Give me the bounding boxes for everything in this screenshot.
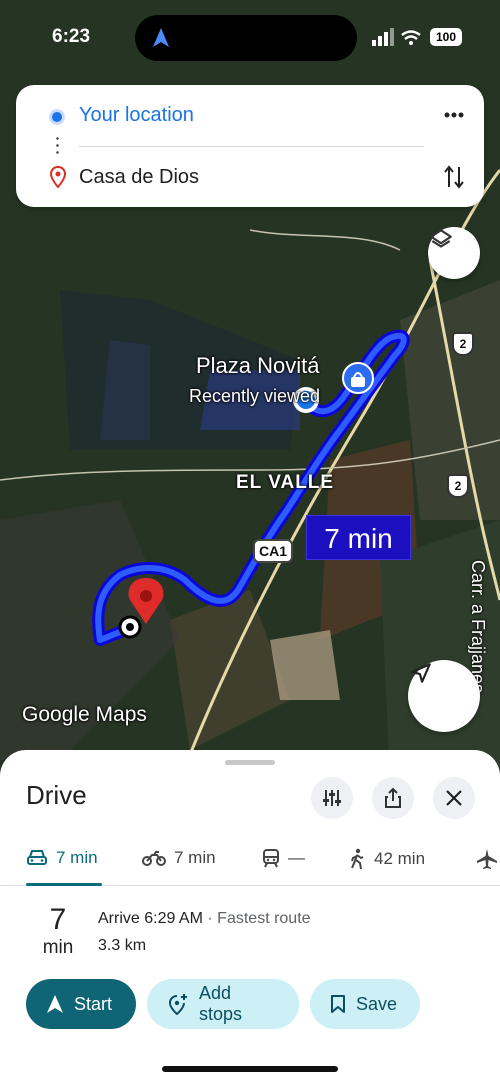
origin-dot-icon (49, 109, 65, 125)
route-duration-badge[interactable]: 7 min (306, 515, 411, 560)
more-options-icon[interactable] (440, 101, 468, 129)
add-location-icon (168, 994, 187, 1015)
highway-shield: 2 (452, 332, 474, 356)
duration-value: 7 (49, 903, 67, 936)
signal-wifi-icon (372, 28, 421, 46)
transit-icon (263, 849, 279, 868)
tab-transit-label: — (288, 848, 305, 867)
bookmark-icon (331, 995, 345, 1013)
add-stops-button[interactable]: Add stops (147, 979, 299, 1029)
route-badge-ca1: CA1 (253, 539, 294, 563)
tab-walk[interactable]: 42 min (348, 848, 425, 870)
walk-icon (351, 848, 364, 870)
origin-field[interactable]: Your location (79, 104, 194, 127)
arrival-time: Arrive 6:29 AM (98, 910, 203, 927)
active-tab-indicator (26, 883, 102, 886)
swap-icon[interactable] (442, 163, 466, 191)
sliders-icon (323, 790, 341, 806)
route-duration: 7 min (40, 903, 76, 959)
travel-mode-tabs: 7 min 7 min — 42 min (0, 838, 500, 886)
battery-indicator: 100 (430, 28, 462, 46)
poi-subtitle: Recently viewed (189, 386, 321, 406)
duration-unit: min (42, 937, 74, 958)
route-tag: Fastest route (217, 910, 311, 927)
tab-flight[interactable] (476, 848, 498, 870)
tab-drive[interactable]: 7 min (26, 848, 98, 868)
recenter-button[interactable] (408, 660, 480, 732)
layers-button[interactable] (428, 227, 480, 279)
tab-drive-label: 7 min (56, 848, 98, 867)
close-icon (446, 790, 462, 806)
navigation-icon (153, 28, 169, 47)
home-indicator[interactable] (162, 1066, 338, 1072)
start-label: Start (74, 993, 113, 1014)
flight-icon (477, 849, 497, 869)
dynamic-island[interactable] (135, 15, 357, 61)
car-icon (27, 850, 47, 865)
route-connector-dots (56, 135, 59, 157)
close-button[interactable] (433, 777, 475, 819)
destination-pin-icon (49, 166, 67, 188)
status-time: 6:23 (52, 26, 91, 47)
google-maps-attribution: Google Maps (22, 703, 147, 726)
tab-motorcycle-label: 7 min (174, 848, 216, 867)
layers-icon (430, 229, 452, 248)
share-button[interactable] (372, 777, 414, 819)
route-options-button[interactable] (311, 777, 353, 819)
divider (79, 146, 424, 147)
tab-motorcycle[interactable]: 7 min (142, 848, 216, 868)
poi-name[interactable]: Plaza Novitá (196, 353, 320, 379)
arrival-info: Arrive 6:29 AM · Fastest route (98, 910, 311, 928)
share-icon (385, 787, 401, 808)
start-button[interactable]: Start (26, 979, 136, 1029)
motorcycle-icon (142, 851, 166, 866)
status-bar: 6:23 100 (0, 0, 500, 76)
tab-transit[interactable]: — (262, 848, 305, 868)
highway-shield: 2 (447, 474, 469, 498)
save-label: Save (356, 993, 398, 1014)
save-button[interactable]: Save (310, 979, 420, 1029)
sheet-title: Drive (26, 780, 87, 810)
separator: · (207, 910, 213, 927)
navigation-arrow-icon (47, 995, 63, 1013)
bottom-sheet: Drive 7 min 7 min — 42 min 7 min Arrive … (0, 750, 500, 1084)
sheet-handle[interactable] (225, 760, 275, 765)
destination-field[interactable]: Casa de Dios (79, 166, 199, 189)
tab-walk-label: 42 min (374, 849, 426, 868)
area-label: EL VALLE (236, 472, 335, 493)
add-stops-label: Add stops (198, 983, 243, 1024)
navigation-arrow-icon (411, 663, 431, 683)
directions-card: Your location Casa de Dios (16, 85, 484, 207)
route-distance: 3.3 km (98, 937, 147, 954)
